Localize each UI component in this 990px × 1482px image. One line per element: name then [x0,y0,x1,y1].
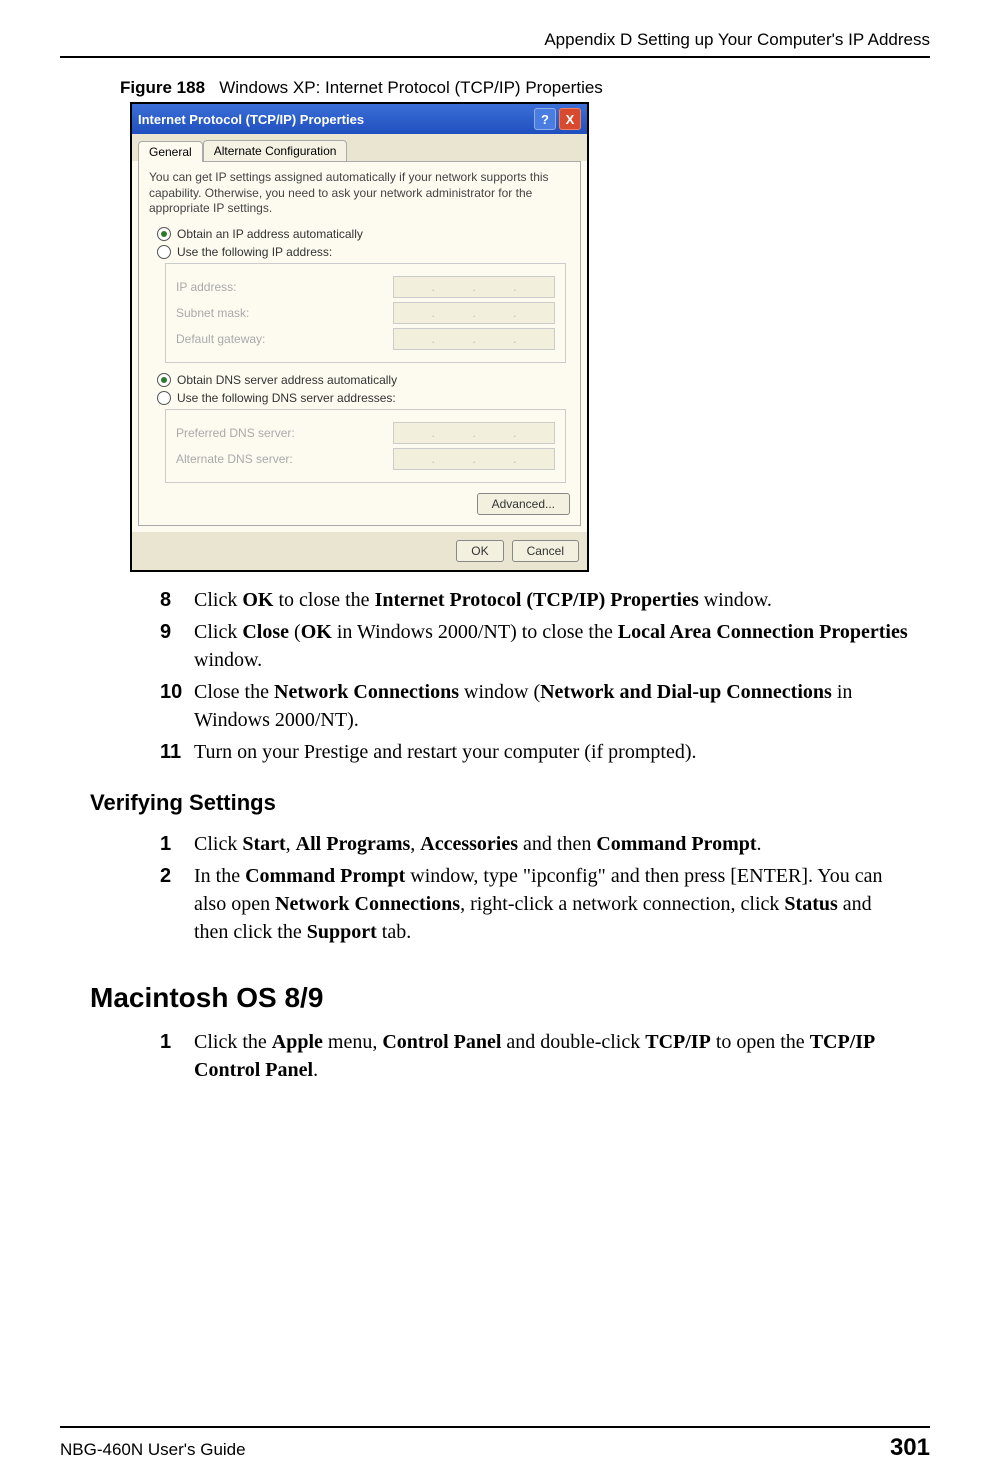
ip-fieldset: IP address: ... Subnet mask: ... Default… [165,263,566,363]
radio-use-dns[interactable] [157,391,171,405]
close-button[interactable]: X [559,108,581,130]
tab-alternate[interactable]: Alternate Configuration [203,140,348,161]
step-text: Turn on your Prestige and restart your c… [194,738,930,766]
radio-use-ip[interactable] [157,245,171,259]
numbered-step: 11Turn on your Prestige and restart your… [160,738,930,766]
step-number: 1 [160,830,194,858]
preferred-dns-input[interactable]: ... [393,422,555,444]
step-text: In the Command Prompt window, type "ipco… [194,862,930,946]
ip-address-input[interactable]: ... [393,276,555,298]
step-number: 2 [160,862,194,946]
default-gateway-label: Default gateway: [176,332,265,346]
header-appendix: Appendix D Setting up Your Computer's IP… [60,30,930,56]
footer-page-number: 301 [890,1434,930,1462]
step-text: Click the Apple menu, Control Panel and … [194,1028,930,1084]
radio-obtain-ip[interactable] [157,227,171,241]
footer-guide-name: NBG-460N User's Guide [60,1440,246,1460]
figure-caption: Figure 188 Windows XP: Internet Protocol… [120,78,930,98]
default-gateway-input[interactable]: ... [393,328,555,350]
radio-obtain-dns-label: Obtain DNS server address automatically [177,373,397,387]
step-text: Close the Network Connections window (Ne… [194,678,930,734]
alternate-dns-input[interactable]: ... [393,448,555,470]
dialog-description: You can get IP settings assigned automat… [149,170,570,217]
radio-obtain-dns[interactable] [157,373,171,387]
numbered-step: 1Click Start, All Programs, Accessories … [160,830,930,858]
ip-address-label: IP address: [176,280,236,294]
step-text: Click Start, All Programs, Accessories a… [194,830,930,858]
page-footer: NBG-460N User's Guide 301 [60,1418,930,1462]
figure-label: Figure 188 [120,78,205,97]
subnet-mask-input[interactable]: ... [393,302,555,324]
figure-caption-text: Windows XP: Internet Protocol (TCP/IP) P… [219,78,603,97]
subnet-mask-label: Subnet mask: [176,306,249,320]
heading-verifying: Verifying Settings [90,790,930,816]
step-number: 10 [160,678,194,734]
alternate-dns-label: Alternate DNS server: [176,452,293,466]
radio-obtain-ip-label: Obtain an IP address automatically [177,227,363,241]
ok-button[interactable]: OK [456,540,503,562]
numbered-step: 8Click OK to close the Internet Protocol… [160,586,930,614]
step-text: Click OK to close the Internet Protocol … [194,586,930,614]
preferred-dns-label: Preferred DNS server: [176,426,295,440]
tab-general[interactable]: General [138,141,203,162]
steps-block-2: 1Click Start, All Programs, Accessories … [160,830,930,946]
step-number: 9 [160,618,194,674]
radio-use-ip-label: Use the following IP address: [177,245,332,259]
step-number: 8 [160,586,194,614]
heading-macintosh: Macintosh OS 8/9 [90,982,930,1014]
step-number: 11 [160,738,194,766]
numbered-step: 10Close the Network Connections window (… [160,678,930,734]
titlebar: Internet Protocol (TCP/IP) Properties ? … [132,104,587,134]
steps-block-3: 1Click the Apple menu, Control Panel and… [160,1028,930,1084]
footer-rule [60,1426,930,1428]
step-text: Click Close (OK in Windows 2000/NT) to c… [194,618,930,674]
step-number: 1 [160,1028,194,1084]
steps-block-1: 8Click OK to close the Internet Protocol… [160,586,930,766]
numbered-step: 9Click Close (OK in Windows 2000/NT) to … [160,618,930,674]
advanced-button[interactable]: Advanced... [477,493,570,515]
dns-fieldset: Preferred DNS server: ... Alternate DNS … [165,409,566,483]
cancel-button[interactable]: Cancel [512,540,579,562]
numbered-step: 2In the Command Prompt window, type "ipc… [160,862,930,946]
dialog-window: Internet Protocol (TCP/IP) Properties ? … [130,102,589,572]
dialog-title: Internet Protocol (TCP/IP) Properties [138,112,364,127]
radio-use-dns-label: Use the following DNS server addresses: [177,391,396,405]
numbered-step: 1Click the Apple menu, Control Panel and… [160,1028,930,1084]
header-rule [60,56,930,58]
help-button[interactable]: ? [534,108,556,130]
